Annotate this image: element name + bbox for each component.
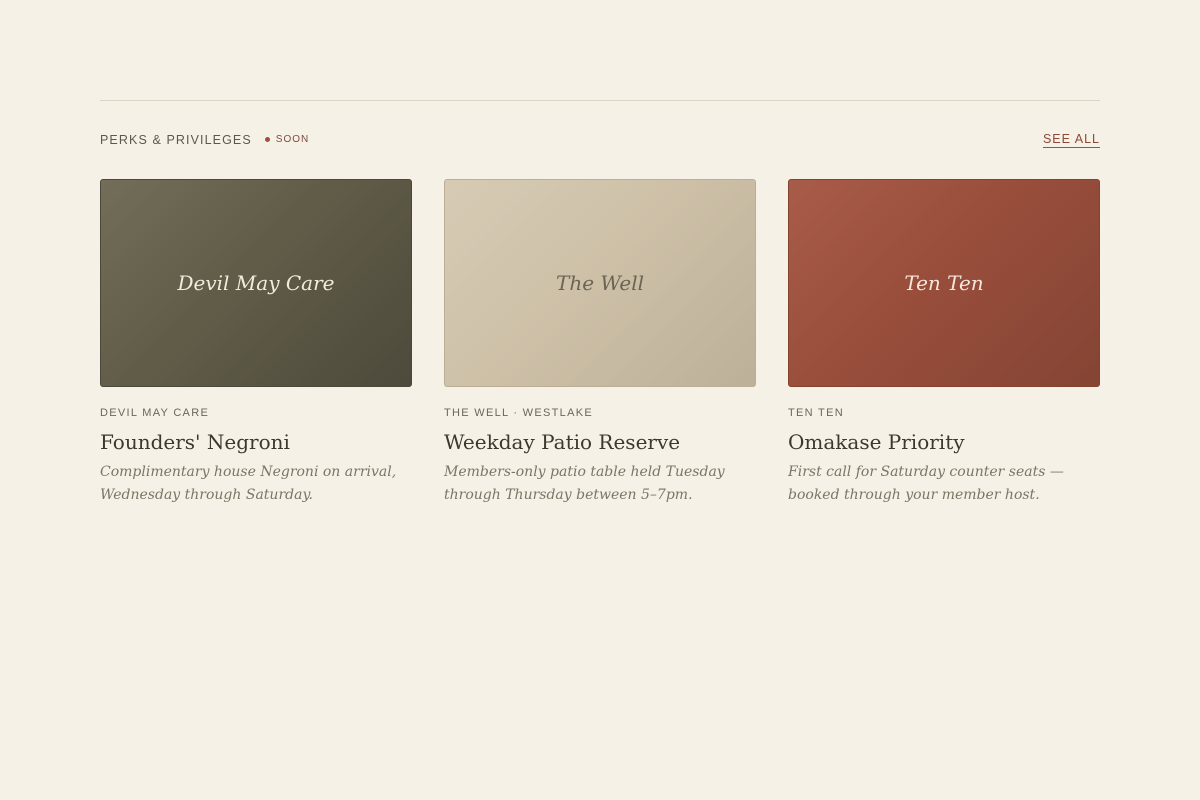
section-header: PERKS & PRIVILEGES SOON SEE ALL <box>100 131 1100 148</box>
venue-name: DEVIL MAY CARE <box>100 407 210 419</box>
perk-title[interactable]: Weekday Patio Reserve <box>444 429 756 455</box>
venue-name: TEN TEN <box>788 407 844 419</box>
perk-card-image[interactable]: Devil May Care <box>100 179 412 387</box>
status-dot-icon <box>264 137 270 142</box>
section-heading-group: PERKS & PRIVILEGES SOON <box>100 133 309 147</box>
section-divider <box>100 100 1100 101</box>
perk-title[interactable]: Founders' Negroni <box>100 429 412 455</box>
perk-description: First call for Saturday counter seats — … <box>788 464 1064 503</box>
venue-wordmark: Devil May Care <box>177 271 335 295</box>
venue-wordmark: The Well <box>556 271 644 295</box>
perk-description: Complimentary house Negroni on arrival, … <box>100 464 397 503</box>
perk-title[interactable]: Omakase Priority <box>788 429 1100 455</box>
perk-card-ten-ten[interactable]: Ten Ten TEN TEN Omakase Priority First c… <box>788 179 1100 507</box>
perk-description: Members-only patio table held Tuesday th… <box>444 464 725 503</box>
perks-section: PERKS & PRIVILEGES SOON SEE ALL Devil Ma… <box>100 100 1100 507</box>
perk-card-devil-may-care[interactable]: Devil May Care DEVIL MAY CARE Founders' … <box>100 179 412 507</box>
perk-card-image[interactable]: The Well <box>444 179 756 387</box>
section-title: PERKS & PRIVILEGES <box>100 132 252 147</box>
perk-card-the-well[interactable]: The Well THE WELL · WESTLAKE Weekday Pat… <box>444 179 756 507</box>
status-badge: SOON <box>275 134 310 145</box>
see-all-link[interactable]: SEE ALL <box>1042 132 1100 148</box>
perk-card-image[interactable]: Ten Ten <box>788 179 1100 387</box>
perk-card-list: Devil May Care DEVIL MAY CARE Founders' … <box>100 179 1100 507</box>
venue-name: THE WELL · WESTLAKE <box>444 407 593 419</box>
venue-wordmark: Ten Ten <box>904 271 984 295</box>
